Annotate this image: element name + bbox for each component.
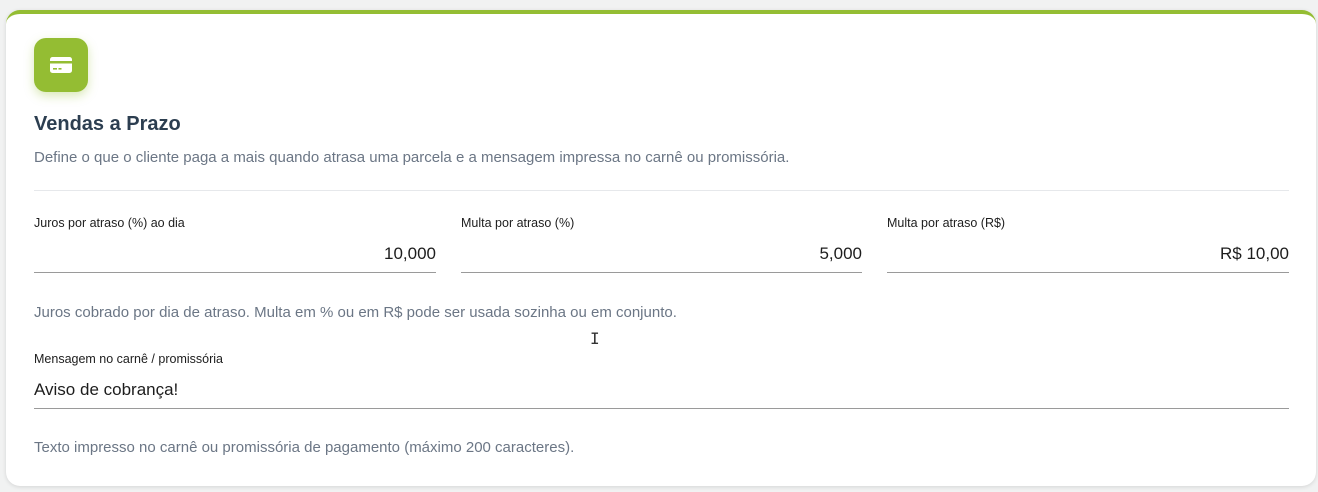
multa-percent-label: Multa por atraso (%) [461, 216, 575, 230]
juros-field[interactable]: Juros por atraso (%) ao dia [34, 216, 436, 273]
message-hint: Texto impresso no carnê ou promissória d… [34, 439, 575, 456]
multa-reais-field[interactable]: Multa por atraso (R$) [887, 216, 1289, 273]
fees-hint: Juros cobrado por dia de atraso. Multa e… [34, 304, 677, 321]
section-icon-box [34, 38, 88, 92]
message-label: Mensagem no carnê / promissória [34, 352, 223, 366]
multa-reais-label: Multa por atraso (R$) [887, 216, 1006, 230]
text-cursor-icon: I [590, 329, 600, 348]
multa-percent-field[interactable]: Multa por atraso (%) [461, 216, 862, 273]
credit-card-icon [50, 57, 72, 73]
section-description: Define o que o cliente paga a mais quand… [34, 149, 790, 166]
section-divider [34, 190, 1289, 191]
juros-label: Juros por atraso (%) ao dia [34, 216, 185, 230]
settings-card: Vendas a Prazo Define o que o cliente pa… [6, 10, 1316, 486]
juros-input[interactable] [34, 242, 436, 266]
multa-reais-input[interactable] [887, 242, 1289, 266]
multa-percent-input[interactable] [461, 242, 862, 266]
message-input[interactable] [34, 378, 1289, 402]
message-field[interactable]: Mensagem no carnê / promissória [34, 352, 1289, 409]
section-title: Vendas a Prazo [34, 113, 181, 135]
